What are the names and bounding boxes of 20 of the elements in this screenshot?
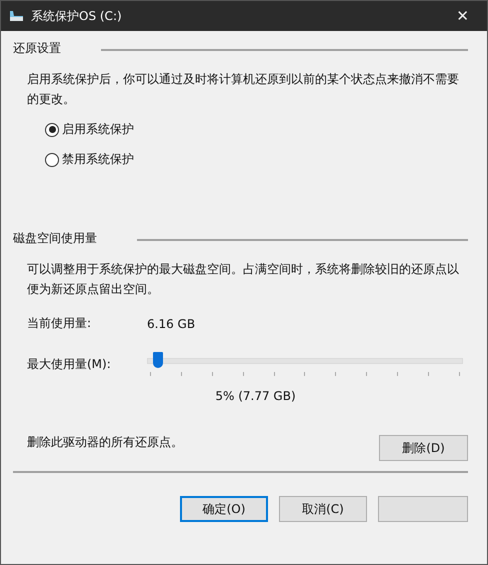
slider-thumb[interactable] [153, 352, 164, 368]
description-text: 启用系统保护后，你可以通过及时将计算机还原到以前的某个状态点来撤消不需要的更改。 [27, 71, 460, 108]
section-heading: 磁盘空间使用量 [13, 230, 97, 247]
drive-icon [9, 10, 25, 22]
delete-button[interactable]: 删除(D) [379, 435, 468, 461]
close-button[interactable]: ✕ [446, 7, 479, 25]
usage-slider[interactable] [147, 350, 463, 378]
slider-reading: 5% (7.77 GB) [214, 389, 297, 403]
field-label: 当前使用量: [27, 315, 92, 332]
cancel-button[interactable]: 取消(C) [279, 496, 367, 522]
dialog-button[interactable] [378, 496, 468, 522]
section-heading: 还原设置 [13, 40, 61, 57]
radio-option[interactable]: 启用系统保护 [45, 121, 134, 138]
field-label: 最大使用量(M): [27, 356, 112, 372]
radio-option[interactable]: 禁用系统保护 [45, 151, 134, 168]
usage-value: 6.16 GB [147, 316, 196, 330]
delete-description: 删除此驱动器的所有还原点。 [27, 434, 183, 450]
description-text: 可以调整用于系统保护的最大磁盘空间。占满空间时，系统将删除较旧的还原点以便为新还原点留出空间。 [27, 261, 460, 298]
window-title: 系统保护OS (C:) [31, 8, 123, 24]
ok-button[interactable]: 确定(O) [180, 496, 268, 522]
